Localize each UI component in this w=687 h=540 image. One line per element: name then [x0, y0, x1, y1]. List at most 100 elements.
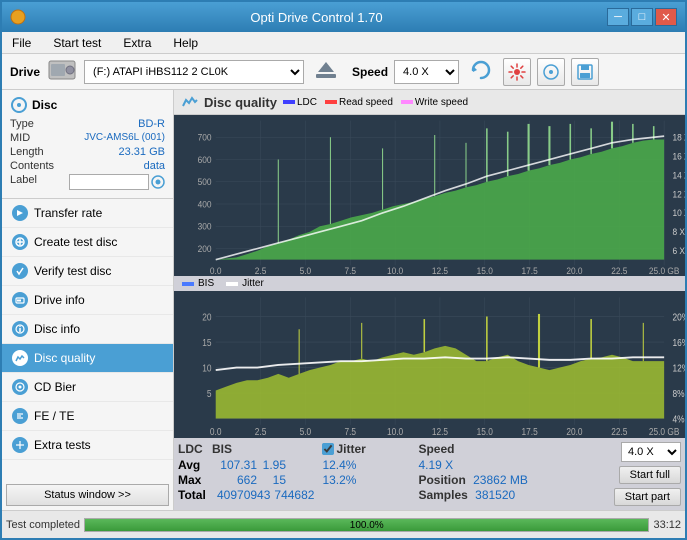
legend-jitter: Jitter: [226, 278, 264, 289]
title-bar-icon: [10, 9, 26, 25]
menu-start-test[interactable]: Start test: [47, 34, 107, 52]
svg-text:0.0: 0.0: [210, 427, 222, 438]
total-ldc-val: 40970943: [217, 488, 270, 502]
svg-text:25.0 GB: 25.0 GB: [649, 427, 680, 438]
disc-contents-label: Contents: [10, 160, 54, 172]
max-bis-val: 15: [261, 473, 286, 487]
svg-text:25.0 GB: 25.0 GB: [649, 266, 680, 276]
start-full-button[interactable]: Start full: [619, 466, 681, 484]
menu-help[interactable]: Help: [167, 34, 204, 52]
sidebar: Disc Type BD-R MID JVC-AMS6L (001) Lengt…: [2, 90, 174, 510]
fe-te-label: FE / TE: [34, 409, 74, 423]
window-title: Opti Drive Control 1.70: [26, 10, 607, 25]
save-icon[interactable]: [571, 58, 599, 86]
sidebar-item-transfer-rate[interactable]: Transfer rate: [2, 199, 173, 228]
svg-text:7.5: 7.5: [344, 266, 356, 276]
disc-info-label: Disc info: [34, 322, 80, 336]
create-test-disc-icon: [12, 234, 28, 250]
write-speed-color: [401, 100, 413, 104]
svg-text:20: 20: [202, 312, 211, 323]
svg-text:400: 400: [198, 199, 212, 209]
sidebar-item-extra-tests[interactable]: Extra tests: [2, 431, 173, 460]
legend-top: LDC Read speed Write speed: [283, 97, 468, 108]
maximize-button[interactable]: □: [631, 8, 653, 26]
disc-type-value: BD-R: [138, 118, 165, 130]
transfer-rate-label: Transfer rate: [34, 206, 102, 220]
title-bar: Opti Drive Control 1.70 ─ □ ✕: [2, 2, 685, 32]
main-layout: Disc Type BD-R MID JVC-AMS6L (001) Lengt…: [2, 90, 685, 510]
extra-tests-icon: [12, 437, 28, 453]
svg-text:22.5: 22.5: [611, 427, 627, 438]
svg-text:6 X: 6 X: [672, 246, 685, 256]
svg-text:200: 200: [198, 244, 212, 254]
create-test-disc-label: Create test disc: [34, 235, 117, 249]
status-window-button[interactable]: Status window >>: [6, 484, 169, 506]
sidebar-item-cd-bier[interactable]: CD Bier: [2, 373, 173, 402]
disc-length-value: 23.31 GB: [119, 146, 165, 158]
close-button[interactable]: ✕: [655, 8, 677, 26]
bis-label: BIS: [198, 278, 214, 289]
svg-text:5: 5: [207, 388, 212, 399]
ldc-color: [283, 100, 295, 104]
settings-icon[interactable]: [503, 58, 531, 86]
svg-text:5.0: 5.0: [300, 266, 312, 276]
controls-col: 4.0 X Start full Start part: [614, 442, 681, 506]
read-speed-label: Read speed: [339, 97, 393, 108]
drive-selector[interactable]: (F:) ATAPI iHBS112 2 CL0K: [84, 60, 304, 84]
legend-ldc: LDC: [283, 97, 317, 108]
time-text: 33:12: [653, 519, 681, 531]
svg-text:16%: 16%: [672, 337, 685, 348]
position-val: 23862 MB: [473, 473, 528, 487]
menu-extra[interactable]: Extra: [117, 34, 157, 52]
minimize-button[interactable]: ─: [607, 8, 629, 26]
svg-text:10.0: 10.0: [387, 427, 403, 438]
svg-text:10: 10: [202, 363, 211, 374]
svg-text:18 X: 18 X: [672, 132, 685, 142]
svg-text:7.5: 7.5: [344, 427, 356, 438]
eject-icon[interactable]: [314, 58, 338, 85]
svg-text:12%: 12%: [672, 363, 685, 374]
sidebar-item-verify-test-disc[interactable]: Verify test disc: [2, 257, 173, 286]
max-label: Max: [178, 473, 213, 487]
sidebar-item-disc-quality[interactable]: Disc quality: [2, 344, 173, 373]
speed-selector[interactable]: 4.0 X: [394, 60, 459, 84]
svg-text:20%: 20%: [672, 312, 685, 323]
disc-icon[interactable]: [537, 58, 565, 86]
disc-label-label: Label: [10, 174, 37, 190]
svg-text:5.0: 5.0: [300, 427, 312, 438]
svg-text:2.5: 2.5: [255, 266, 267, 276]
title-bar-controls: ─ □ ✕: [607, 8, 677, 26]
svg-text:16 X: 16 X: [672, 151, 685, 161]
extra-tests-label: Extra tests: [34, 438, 91, 452]
disc-header: Disc: [10, 96, 165, 114]
sidebar-nav: Transfer rate Create test disc Verify te…: [2, 199, 173, 480]
max-jitter-val: 13.2%: [322, 473, 356, 487]
cd-bier-icon: [12, 379, 28, 395]
disc-mid-row: MID JVC-AMS6L (001): [10, 132, 165, 144]
svg-text:12 X: 12 X: [672, 189, 685, 199]
svg-text:12.5: 12.5: [432, 427, 448, 438]
svg-text:10.0: 10.0: [387, 266, 403, 276]
disc-info-icon: [12, 321, 28, 337]
sidebar-item-fe-te[interactable]: FE / TE: [2, 402, 173, 431]
sidebar-item-disc-info[interactable]: Disc info: [2, 315, 173, 344]
test-speed-dropdown[interactable]: 4.0 X: [621, 442, 681, 462]
disc-contents-value: data: [144, 160, 165, 172]
speed-info-col: Speed 4.19 X Position 23862 MB Samples 3…: [418, 442, 527, 502]
jitter-color: [226, 282, 238, 286]
start-part-button[interactable]: Start part: [614, 488, 681, 506]
samples-val: 381520: [475, 488, 515, 502]
svg-text:17.5: 17.5: [522, 427, 538, 438]
svg-text:300: 300: [198, 221, 212, 231]
menu-file[interactable]: File: [6, 34, 37, 52]
sidebar-item-drive-info[interactable]: Drive info: [2, 286, 173, 315]
samples-label: Samples: [418, 488, 467, 502]
jitter-speed-col: Jitter 12.4% 13.2%: [322, 442, 402, 488]
refresh-icon[interactable]: [469, 58, 493, 85]
fe-te-icon: [12, 408, 28, 424]
sidebar-item-create-test-disc[interactable]: Create test disc: [2, 228, 173, 257]
status-bar: Test completed 100.0% 33:12: [2, 510, 685, 538]
jitter-checkbox[interactable]: [322, 443, 334, 455]
disc-label-input[interactable]: [69, 174, 149, 190]
svg-text:0.0: 0.0: [210, 266, 222, 276]
